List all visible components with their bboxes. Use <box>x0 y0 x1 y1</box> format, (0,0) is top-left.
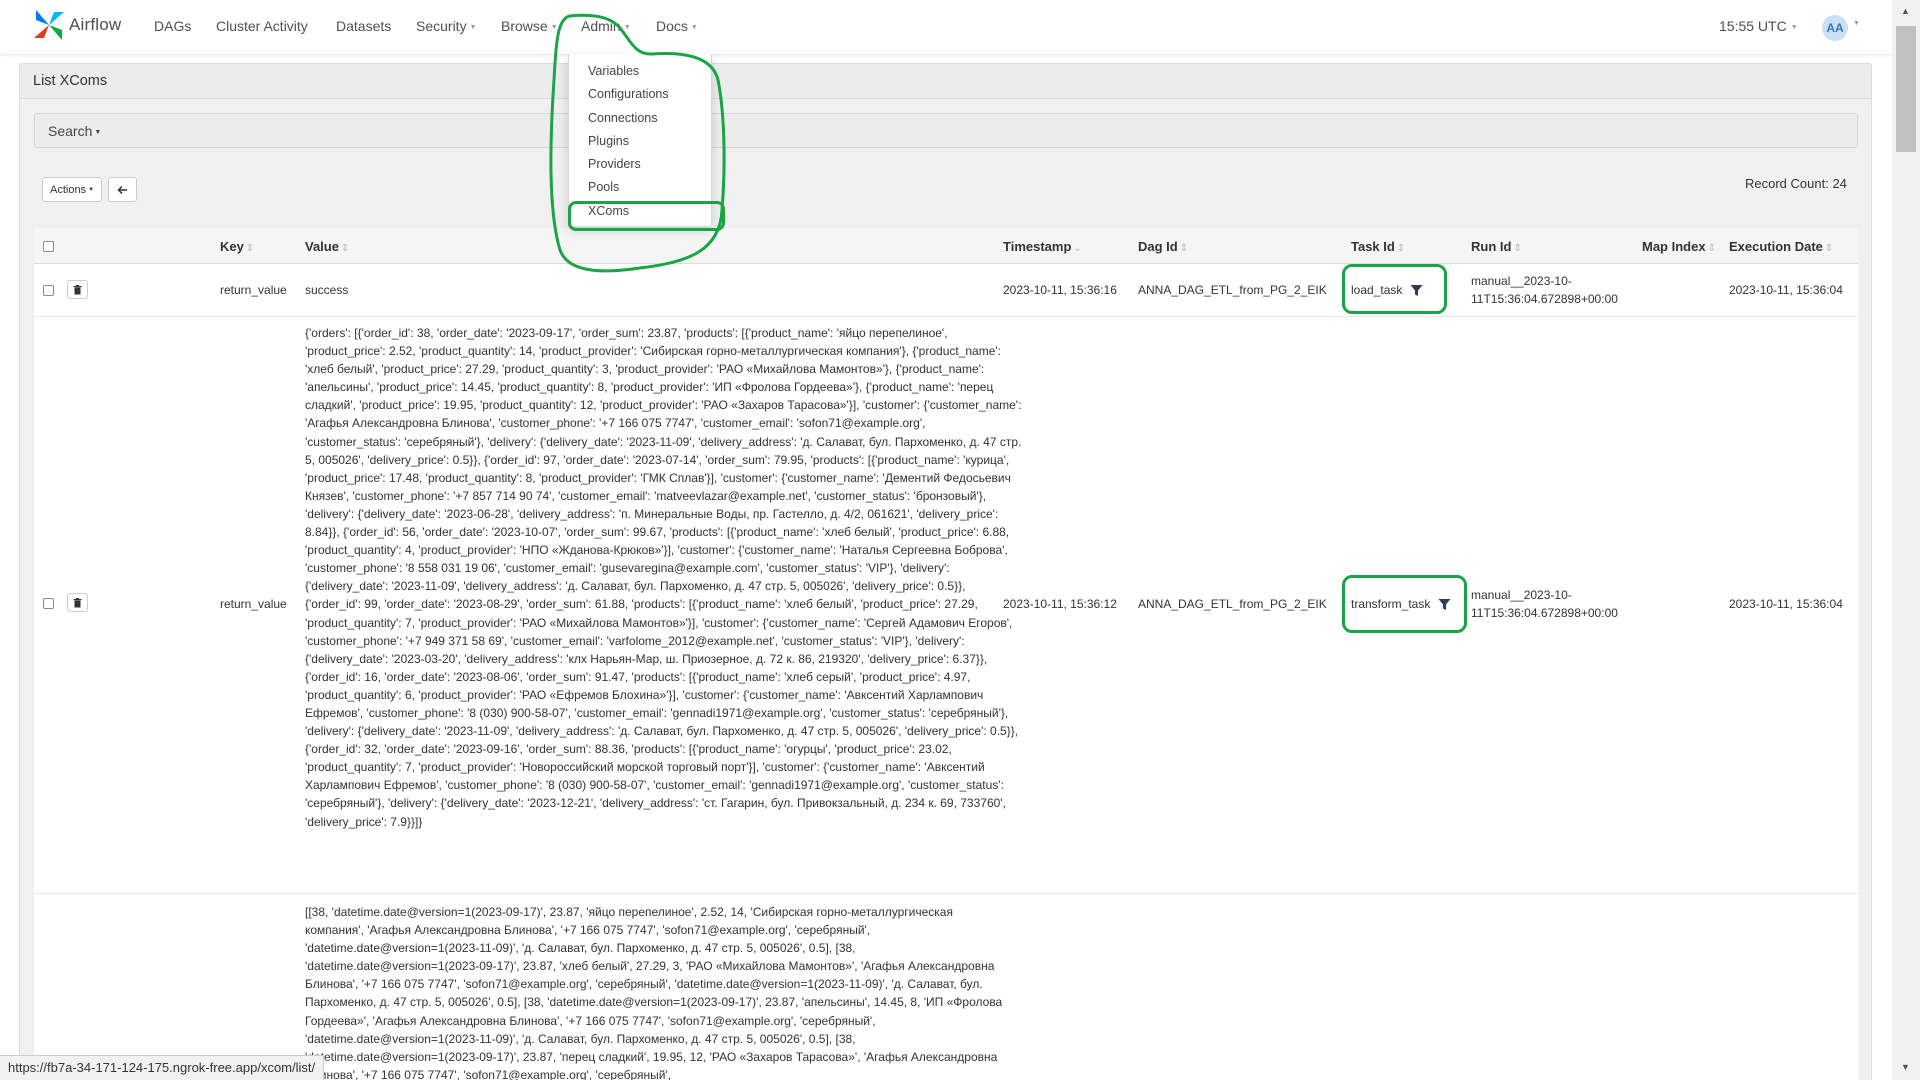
menu-item-connections[interactable]: Connections <box>588 111 658 125</box>
col-value[interactable]: Value ⇕ <box>305 239 349 254</box>
delete-button[interactable] <box>67 280 88 299</box>
sort-icon: ⇕ <box>1513 243 1522 254</box>
nav-dags[interactable]: DAGs <box>154 18 191 34</box>
trash-icon <box>73 597 82 607</box>
row-checkbox[interactable] <box>43 598 54 609</box>
cell-dag-id[interactable]: ANNA_DAG_ETL_from_PG_2_EIK <box>1138 597 1327 611</box>
sort-icon: ⇕ <box>1396 243 1406 254</box>
caret-down-icon: ▼ <box>623 23 631 31</box>
row-divider <box>34 316 1858 317</box>
scroll-up-arrow-icon[interactable]: ▲ <box>1901 6 1910 16</box>
cell-run-id-line1: manual__2023-10- <box>1471 588 1572 602</box>
nav-datasets[interactable]: Datasets <box>336 18 391 34</box>
page-scrollbar[interactable]: ▲ ▼ <box>1892 0 1920 1080</box>
caret-down-icon: ▼ <box>94 128 102 136</box>
filter-icon[interactable] <box>1438 598 1451 611</box>
filter-icon[interactable] <box>1410 284 1423 297</box>
cell-value: {'orders': [{'order_id': 38, 'order_date… <box>305 326 1022 829</box>
admin-dropdown-menu: Variables Configurations Connections Plu… <box>568 54 712 227</box>
sort-icon: ⇕ <box>245 243 255 254</box>
col-run-id[interactable]: Run Id ⇕ <box>1471 239 1522 254</box>
col-task-id[interactable]: Task Id ⇕ <box>1351 239 1405 254</box>
nav-docs[interactable]: Docs ▼ <box>656 18 698 34</box>
caret-down-icon: ▼ <box>88 186 95 193</box>
sort-icon: ⇕ <box>1707 243 1716 254</box>
top-navbar: Airflow DAGs Cluster Activity Datasets S… <box>0 0 1892 54</box>
record-count: Record Count: 24 <box>1745 176 1847 191</box>
trash-icon <box>73 284 82 294</box>
cell-key: return_value <box>220 283 287 297</box>
scroll-down-arrow-icon[interactable]: ▼ <box>1901 1062 1910 1072</box>
col-timestamp[interactable]: Timestamp ⌄ <box>1003 239 1082 254</box>
clock-dropdown[interactable]: 15:55 UTC ▼ <box>1719 18 1798 34</box>
back-button[interactable] <box>108 177 137 202</box>
caret-down-icon: ▼ <box>1790 23 1798 31</box>
cell-value: [[38, 'datetime.date@version=1(2023-09-1… <box>305 905 1003 1080</box>
page-title: List XComs <box>33 73 108 89</box>
task-id-link[interactable]: transform_task <box>1351 597 1430 611</box>
cell-run-id-line2: 11T15:36:04.672898+00:00 <box>1471 606 1618 620</box>
menu-item-pools[interactable]: Pools <box>588 180 619 194</box>
cell-timestamp: 2023-10-11, 15:36:16 <box>1003 283 1117 297</box>
cell-dag-id[interactable]: ANNA_DAG_ETL_from_PG_2_EIK <box>1138 283 1327 297</box>
menu-item-xcoms[interactable]: XComs <box>588 204 629 218</box>
col-key[interactable]: Key ⇕ <box>220 239 254 254</box>
row-divider <box>34 893 1858 894</box>
task-id-link[interactable]: load_task <box>1351 283 1402 297</box>
sort-icon: ⇕ <box>1179 243 1189 254</box>
delete-button[interactable] <box>67 593 88 612</box>
search-toggle[interactable]: Search ▼ <box>34 113 1858 148</box>
cell-timestamp: 2023-10-11, 15:36:12 <box>1003 597 1117 611</box>
menu-item-plugins[interactable]: Plugins <box>588 134 629 148</box>
caret-down-icon: ▼ <box>469 23 477 31</box>
xcom-table: Key ⇕ Value ⇕ Timestamp ⌄ Dag Id ⇕ Task Id ⇕ … <box>34 228 1858 1080</box>
cell-execution-date: 2023-10-11, 15:36:04 <box>1729 597 1843 611</box>
cell-value: success <box>305 283 349 297</box>
table-header: Key ⇕ Value ⇕ Timestamp ⌄ Dag Id ⇕ Task Id ⇕ … <box>34 228 1858 264</box>
cell-key: return_value <box>220 597 287 611</box>
menu-item-variables[interactable]: Variables <box>588 64 639 78</box>
search-label: Search ▼ <box>48 123 102 139</box>
brand-name: Airflow <box>69 15 122 34</box>
sort-icon: ⇕ <box>1824 243 1834 254</box>
airflow-logo-link[interactable]: Airflow <box>32 8 121 42</box>
sort-icon: ⇕ <box>340 243 350 254</box>
row-checkbox[interactable] <box>43 285 54 296</box>
caret-down-icon: ▼ <box>1853 20 1860 27</box>
caret-down-icon: ▼ <box>550 23 558 31</box>
cell-execution-date: 2023-10-11, 15:36:04 <box>1729 283 1843 297</box>
cell-task-id: transform_task <box>1351 597 1451 611</box>
arrow-left-icon <box>117 185 127 194</box>
scrollbar-thumb[interactable] <box>1896 26 1916 152</box>
airflow-pinwheel-icon <box>34 10 64 40</box>
cell-run-id-line2: 11T15:36:04.672898+00:00 <box>1471 292 1618 306</box>
browser-status-url: https://fb7a-34-171-124-175.ngrok-free.a… <box>0 1055 325 1080</box>
panel-heading: List XComs <box>19 63 1872 99</box>
col-execution-date[interactable]: Execution Date ⇕ <box>1729 239 1833 254</box>
actions-button[interactable]: Actions ▼ <box>42 177 102 202</box>
cell-task-id: load_task <box>1351 283 1423 297</box>
nav-browse[interactable]: Browse ▼ <box>501 18 558 34</box>
caret-down-icon: ▼ <box>690 23 698 31</box>
nav-cluster-activity[interactable]: Cluster Activity <box>216 18 308 34</box>
select-all-checkbox[interactable] <box>43 241 54 252</box>
nav-security[interactable]: Security ▼ <box>416 18 477 34</box>
col-dag-id[interactable]: Dag Id ⇕ <box>1138 239 1188 254</box>
cell-run-id-line1: manual__2023-10- <box>1471 274 1572 288</box>
col-map-index[interactable]: Map Index ⇕ <box>1642 239 1716 254</box>
nav-admin[interactable]: Admin ▼ <box>581 18 631 34</box>
sort-desc-icon: ⌄ <box>1073 243 1082 254</box>
menu-item-configurations[interactable]: Configurations <box>588 87 669 101</box>
user-avatar[interactable]: AA <box>1822 15 1848 41</box>
menu-item-providers[interactable]: Providers <box>588 157 641 171</box>
